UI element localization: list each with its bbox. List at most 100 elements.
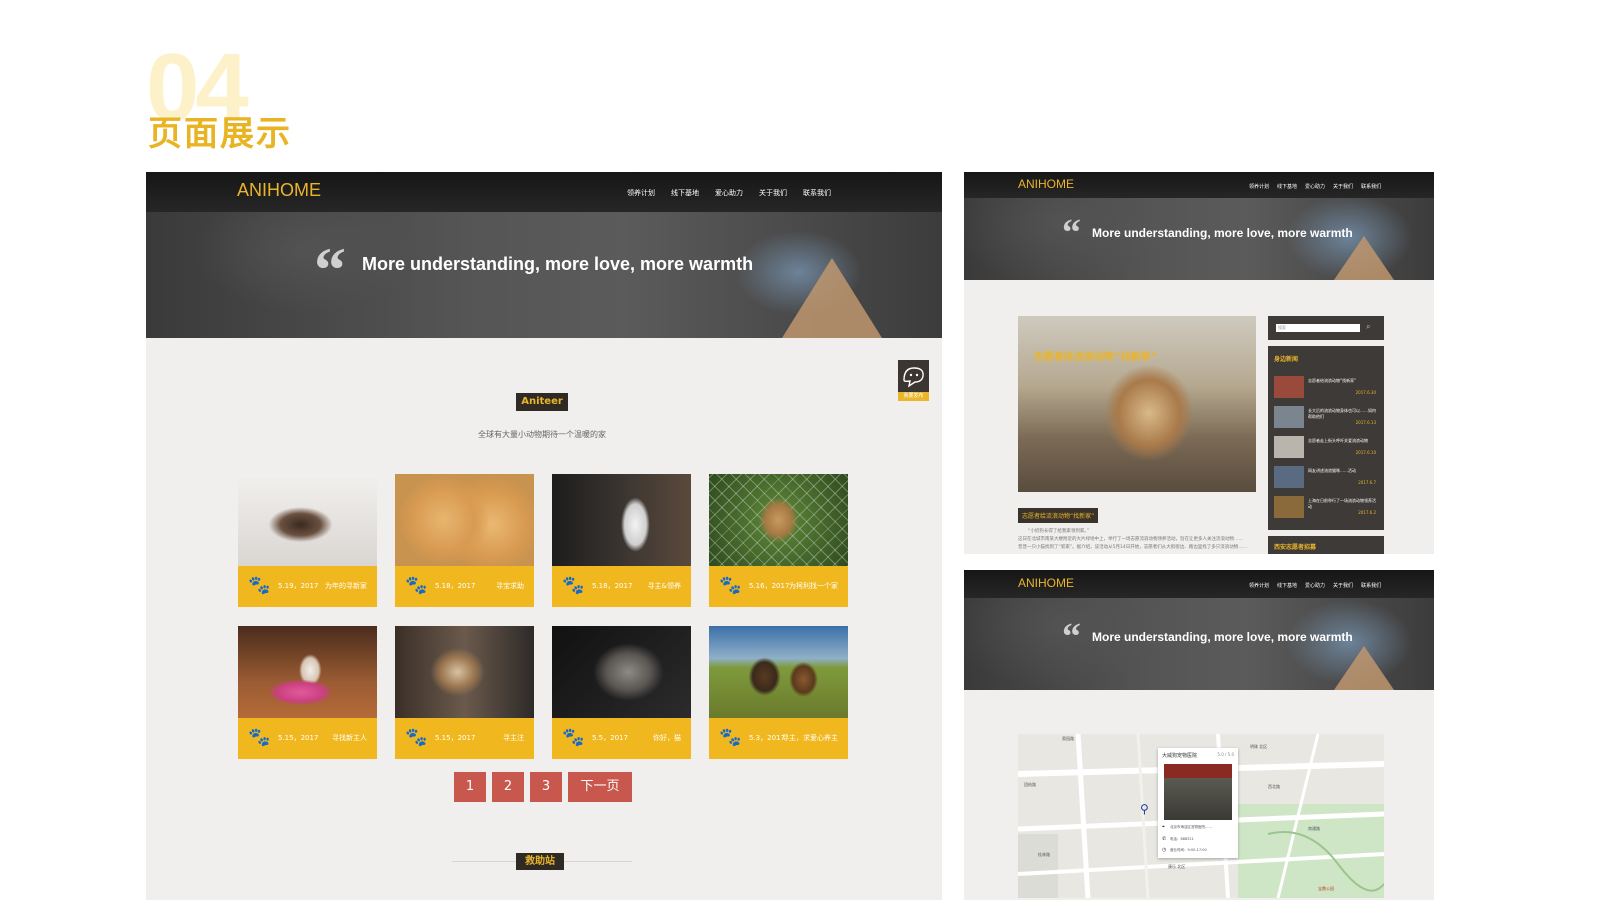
section-tag-rescue: 救助站: [516, 853, 564, 870]
volunteer-title: 西安志愿者招募: [1274, 544, 1317, 551]
pet-card[interactable]: 🐾 5.18，2017 寻主&领养: [552, 474, 691, 607]
next-page-button[interactable]: 下一页: [568, 772, 632, 802]
map-label: 康乐 北区: [1168, 864, 1186, 869]
news-date: 2017.6.13: [1355, 420, 1376, 425]
brand-logo[interactable]: ANIHOME: [1018, 177, 1074, 191]
location-popup[interactable]: 大威狗宠物医院 5.0 / 5.0 ⌖ 北京市海淀区宠物医院…… ✆ 电话：88…: [1158, 748, 1238, 858]
card-date: 5.18，2017: [592, 582, 633, 590]
pet-photo: [552, 626, 691, 718]
clock-icon: ◷: [1162, 847, 1167, 853]
news-item[interactable]: 志愿者给流浪动物“找新家” 2017.6.30: [1274, 376, 1376, 404]
nav-menu: 领养计划 线下基地 爱心助力 关于我们 联系我们: [1249, 582, 1381, 589]
brand-logo[interactable]: ANIHOME: [237, 180, 321, 201]
page-3-button[interactable]: 3: [530, 772, 562, 802]
publish-float-button[interactable]: 我要发布: [898, 360, 929, 401]
pet-photo: [395, 626, 534, 718]
pet-chat-icon: [903, 367, 924, 388]
pet-card[interactable]: 🐾 5.19，2017 为年的寻新家: [238, 474, 377, 607]
hero-quote: More understanding, more love, more warm…: [1092, 630, 1353, 644]
nav-item-contact[interactable]: 联系我们: [803, 188, 831, 198]
popup-photo: [1164, 764, 1232, 820]
location-map[interactable]: 奥园路 团结路 康乐 北区 明珠 北区 南通路 宝鼎公园 桂林路 西北路 ⚲ 大…: [1018, 734, 1384, 898]
card-date: 5.16，2017: [749, 582, 790, 590]
pet-photo: [238, 626, 377, 718]
nav-item-about[interactable]: 关于我们: [759, 188, 787, 198]
hero-banner: “ More understanding, more love, more wa…: [964, 198, 1434, 280]
pet-card[interactable]: 🐾 5.18，2017 寻宝求助: [395, 474, 534, 607]
card-date: 5.15，2017: [278, 734, 319, 742]
news-date: 2017.6.2: [1358, 510, 1376, 515]
hero-decoration: [782, 258, 882, 338]
hero-banner: “ More understanding, more love, more wa…: [146, 212, 942, 338]
article-line-1: “小奶狗长得了给我家领到家。”: [1028, 529, 1089, 534]
nav-item-about[interactable]: 关于我们: [1333, 183, 1353, 190]
popup-rating: 5.0 / 5.0: [1217, 752, 1234, 757]
news-sidebar: 身边新闻 志愿者给流浪动物“找新家” 2017.6.30 长大后的流浪动物身体也可…: [1268, 346, 1384, 530]
news-item[interactable]: 长大后的流浪动物身体也可以……如何帮助他们 2017.6.13: [1274, 406, 1376, 434]
card-date: 5.19，2017: [278, 582, 319, 590]
nav-item-help[interactable]: 爱心助力: [715, 188, 743, 198]
news-item[interactable]: 志愿者走上街头呼吁关爱流浪动物 2017.6.10: [1274, 436, 1376, 464]
nav-item-contact[interactable]: 联系我们: [1361, 183, 1381, 190]
brand-logo[interactable]: ANIHOME: [1018, 576, 1074, 590]
news-thumb: [1274, 496, 1304, 518]
news-thumb: [1274, 466, 1304, 488]
pet-card[interactable]: 🐾 5.15，2017 寻找新主人: [238, 626, 377, 759]
paw-icon: 🐾: [405, 727, 428, 748]
navbar: ANIHOME 领养计划 线下基地 爱心助力 关于我们 联系我们: [964, 172, 1434, 198]
pet-card[interactable]: 🐾 5.5，2017 你好，猫: [552, 626, 691, 759]
popup-hours: 营业时间：9:00-17:00: [1170, 848, 1207, 852]
nav-item-base[interactable]: 线下基地: [1277, 183, 1297, 190]
map-pin-icon[interactable]: ⚲: [1140, 802, 1149, 816]
hero-decoration: [1334, 646, 1394, 690]
map-page-mockup: ANIHOME 领养计划 线下基地 爱心助力 关于我们 联系我们 “ More …: [964, 570, 1434, 900]
card-caption: 寻主，求爱心养主: [782, 734, 838, 742]
main-page-mockup: ANIHOME 领养计划 线下基地 爱心助力 关于我们 联系我们 “ More …: [146, 172, 942, 900]
news-title: 志愿者走上街头呼吁关爱流浪动物: [1308, 438, 1368, 443]
nav-item-adopt[interactable]: 领养计划: [627, 188, 655, 198]
search-box-container: 搜索 ⌕: [1268, 316, 1384, 340]
volunteer-box: 西安志愿者招募: [1268, 536, 1384, 554]
card-date: 5.18，2017: [435, 582, 476, 590]
article-line-2: 这日在北城市南某大楼附近的大片绿地中上，举行了一场志愿流浪动物领养活动，旨在让更…: [1018, 537, 1243, 542]
nav-item-help[interactable]: 爱心助力: [1305, 582, 1325, 589]
news-thumb: [1274, 436, 1304, 458]
paw-icon: 🐾: [719, 575, 742, 596]
nav-menu: 领养计划 线下基地 爱心助力 关于我们 联系我们: [627, 188, 831, 198]
pet-card[interactable]: 🐾 5.15，2017 寻主注: [395, 626, 534, 759]
pet-card[interactable]: 🐾 5.3，2017 寻主，求爱心养主: [709, 626, 848, 759]
pet-card[interactable]: 🐾 5.16，2017 为柯利找一个家: [709, 474, 848, 607]
nav-item-help[interactable]: 爱心助力: [1305, 183, 1325, 190]
quote-icon: “: [314, 234, 346, 305]
news-title: 长大后的流浪动物身体也可以……如何帮助他们: [1308, 408, 1376, 419]
nav-item-base[interactable]: 线下基地: [1277, 582, 1297, 589]
card-caption: 寻宝求助: [496, 582, 524, 590]
feature-caption: 志愿者给流浪动物“找新家”: [1034, 352, 1158, 363]
address-icon: ⌖: [1162, 824, 1165, 830]
search-input[interactable]: 搜索: [1276, 324, 1360, 332]
nav-item-adopt[interactable]: 领养计划: [1249, 183, 1269, 190]
page-2-button[interactable]: 2: [492, 772, 524, 802]
page-1-button[interactable]: 1: [454, 772, 486, 802]
sidebar-title: 身边新闻: [1274, 356, 1299, 363]
card-date: 5.5，2017: [592, 734, 628, 742]
paw-icon: 🐾: [562, 727, 585, 748]
map-label: 奥园路: [1062, 736, 1074, 741]
news-item[interactable]: 上海在日前举行了一场流浪动物领养活动 2017.6.2: [1274, 496, 1376, 524]
navbar: ANIHOME 领养计划 线下基地 爱心助力 关于我们 联系我们: [964, 570, 1434, 598]
nav-item-contact[interactable]: 联系我们: [1361, 582, 1381, 589]
nav-item-base[interactable]: 线下基地: [671, 188, 699, 198]
search-icon[interactable]: ⌕: [1366, 322, 1370, 332]
article-line-3: 普普一只小猫找到了“新家”。据介绍，该活动从5月14日开始，志愿者们从大街街边、…: [1018, 545, 1248, 550]
nav-item-adopt[interactable]: 领养计划: [1249, 582, 1269, 589]
nav-item-about[interactable]: 关于我们: [1333, 582, 1353, 589]
news-thumb: [1274, 376, 1304, 398]
news-item[interactable]: 网友讲述流浪猫咪……活动 2017.6.7: [1274, 466, 1376, 494]
hero-quote: More understanding, more love, more warm…: [362, 254, 754, 274]
feature-photo[interactable]: [1018, 316, 1256, 492]
news-title: 志愿者给流浪动物“找新家”: [1308, 378, 1357, 383]
map-label: 西北路: [1268, 784, 1280, 789]
navbar: ANIHOME 领养计划 线下基地 爱心助力 关于我们 联系我们: [146, 172, 942, 212]
map-label: 桂林路: [1038, 852, 1050, 857]
news-date: 2017.6.10: [1355, 450, 1376, 455]
